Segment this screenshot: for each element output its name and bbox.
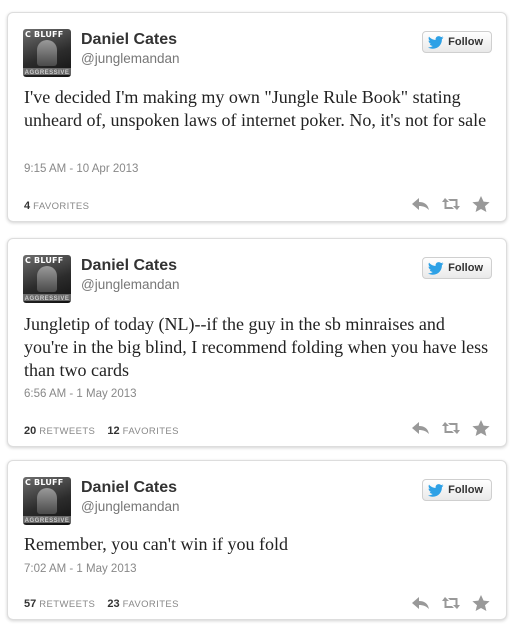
retweets-count[interactable]: 57 (24, 598, 36, 610)
avatar[interactable]: C BLUFF AGGRESSIVE (23, 255, 71, 303)
avatar-logo-text: C BLUFF (25, 478, 64, 487)
follow-label: Follow (448, 36, 483, 48)
avatar-banner-text: AGGRESSIVE (24, 518, 70, 524)
tweet-actions (411, 195, 491, 213)
favorites-count[interactable]: 12 (107, 425, 119, 437)
author-handle[interactable]: @junglemandan (81, 51, 180, 66)
tweet-stats: 4 FAVORITES (24, 200, 89, 212)
favorites-count[interactable]: 23 (107, 598, 119, 610)
twitter-bird-icon (428, 483, 444, 497)
reply-icon[interactable] (411, 419, 431, 437)
follow-button[interactable]: Follow (422, 257, 492, 279)
star-icon[interactable] (471, 195, 491, 213)
tweet-text: Remember, you can't win if you fold (24, 534, 288, 554)
tweet-timestamp[interactable]: 6:56 AM - 1 May 2013 (24, 388, 137, 400)
favorites-count[interactable]: 4 (24, 200, 30, 212)
twitter-bird-icon (428, 261, 444, 275)
follow-button[interactable]: Follow (422, 31, 492, 53)
author-handle[interactable]: @junglemandan (81, 499, 180, 514)
avatar[interactable]: C BLUFF AGGRESSIVE (23, 29, 71, 77)
follow-label: Follow (448, 262, 483, 274)
avatar-banner-text: AGGRESSIVE (24, 70, 70, 76)
reply-icon[interactable] (411, 195, 431, 213)
author-name[interactable]: Daniel Cates (81, 31, 177, 49)
retweet-icon[interactable] (441, 195, 461, 213)
favorites-label[interactable]: FAVORITES (123, 599, 179, 610)
reply-icon[interactable] (411, 594, 431, 612)
avatar-figure (37, 266, 57, 292)
follow-label: Follow (448, 484, 483, 496)
twitter-bird-icon (428, 35, 444, 49)
tweet-text: Jungletip of today (NL)--if the guy in t… (24, 314, 489, 380)
retweets-label[interactable]: RETWEETS (39, 426, 95, 437)
tweet-actions (411, 419, 491, 437)
tweet-card: C BLUFF AGGRESSIVE Daniel Cates @junglem… (7, 238, 507, 447)
avatar[interactable]: C BLUFF AGGRESSIVE (23, 477, 71, 525)
star-icon[interactable] (471, 594, 491, 612)
tweet-actions (411, 594, 491, 612)
avatar-logo-text: C BLUFF (25, 256, 64, 265)
tweet-text: I've decided I'm making my own "Jungle R… (24, 87, 487, 130)
retweet-icon[interactable] (441, 419, 461, 437)
avatar-figure (37, 488, 57, 514)
retweets-label[interactable]: RETWEETS (39, 599, 95, 610)
favorites-label[interactable]: FAVORITES (123, 426, 179, 437)
follow-button[interactable]: Follow (422, 479, 492, 501)
retweet-icon[interactable] (441, 594, 461, 612)
tweet-card: C BLUFF AGGRESSIVE Daniel Cates @junglem… (7, 12, 507, 222)
author-name[interactable]: Daniel Cates (81, 257, 177, 275)
favorites-label[interactable]: FAVORITES (33, 201, 89, 212)
author-name[interactable]: Daniel Cates (81, 479, 177, 497)
tweet-stats: 20 RETWEETS 12 FAVORITES (24, 425, 179, 437)
retweets-count[interactable]: 20 (24, 425, 36, 437)
avatar-logo-text: C BLUFF (25, 30, 64, 39)
tweet-timestamp[interactable]: 9:15 AM - 10 Apr 2013 (24, 163, 138, 175)
avatar-figure (37, 40, 57, 66)
tweet-timestamp[interactable]: 7:02 AM - 1 May 2013 (24, 563, 137, 575)
author-handle[interactable]: @junglemandan (81, 277, 180, 292)
star-icon[interactable] (471, 419, 491, 437)
avatar-banner-text: AGGRESSIVE (24, 296, 70, 302)
tweet-stats: 57 RETWEETS 23 FAVORITES (24, 598, 179, 610)
tweet-card: C BLUFF AGGRESSIVE Daniel Cates @junglem… (7, 460, 507, 620)
